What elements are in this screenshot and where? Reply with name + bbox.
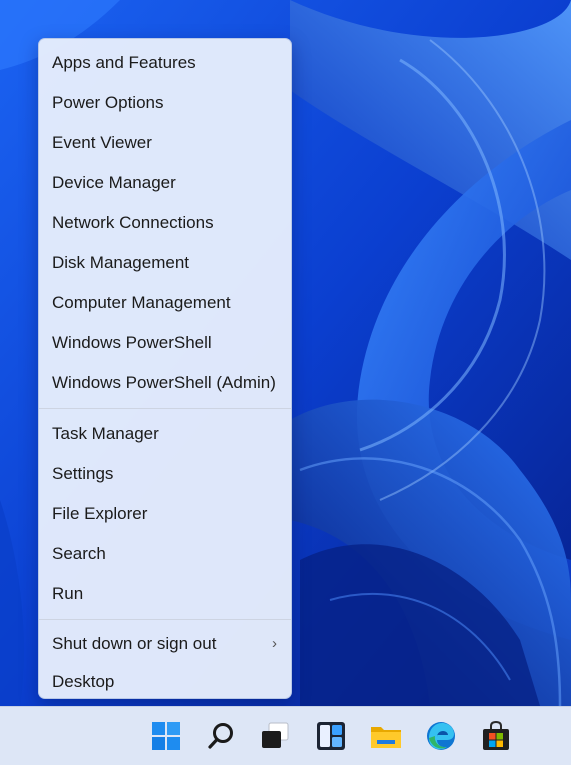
menu-item-device-manager[interactable]: Device Manager	[39, 163, 291, 203]
menu-item-power-options[interactable]: Power Options	[39, 83, 291, 123]
widgets-icon[interactable]	[315, 720, 347, 752]
taskbar	[0, 706, 571, 765]
file-explorer-icon[interactable]	[370, 720, 402, 752]
menu-item-network-connections[interactable]: Network Connections	[39, 203, 291, 243]
menu-item-disk-management[interactable]: Disk Management	[39, 243, 291, 283]
menu-item-event-viewer[interactable]: Event Viewer	[39, 123, 291, 163]
search-icon[interactable]	[205, 720, 237, 752]
menu-item-label: Shut down or sign out	[52, 634, 217, 653]
chevron-right-icon: ›	[272, 635, 277, 652]
menu-item-windows-powershell[interactable]: Windows PowerShell	[39, 323, 291, 363]
windows-start-icon[interactable]	[150, 720, 182, 752]
menu-group-session: Shut down or sign out › Desktop	[39, 625, 291, 698]
menu-separator	[39, 619, 291, 620]
menu-item-search[interactable]: Search	[39, 534, 291, 574]
menu-item-shut-down-or-sign-out[interactable]: Shut down or sign out ›	[39, 625, 291, 663]
task-view-icon[interactable]	[259, 720, 291, 752]
menu-item-settings[interactable]: Settings	[39, 454, 291, 494]
menu-item-apps-and-features[interactable]: Apps and Features	[39, 43, 291, 83]
menu-item-run[interactable]: Run	[39, 574, 291, 614]
menu-item-windows-powershell-admin[interactable]: Windows PowerShell (Admin)	[39, 363, 291, 403]
store-icon[interactable]	[480, 720, 512, 752]
menu-group-system-tools: Apps and Features Power Options Event Vi…	[39, 39, 291, 403]
menu-group-apps: Task Manager Settings File Explorer Sear…	[39, 414, 291, 614]
winx-context-menu: Apps and Features Power Options Event Vi…	[38, 38, 292, 699]
menu-item-computer-management[interactable]: Computer Management	[39, 283, 291, 323]
menu-item-file-explorer[interactable]: File Explorer	[39, 494, 291, 534]
menu-separator	[39, 408, 291, 409]
edge-icon[interactable]	[425, 720, 457, 752]
menu-item-desktop[interactable]: Desktop	[39, 663, 291, 698]
menu-item-task-manager[interactable]: Task Manager	[39, 414, 291, 454]
